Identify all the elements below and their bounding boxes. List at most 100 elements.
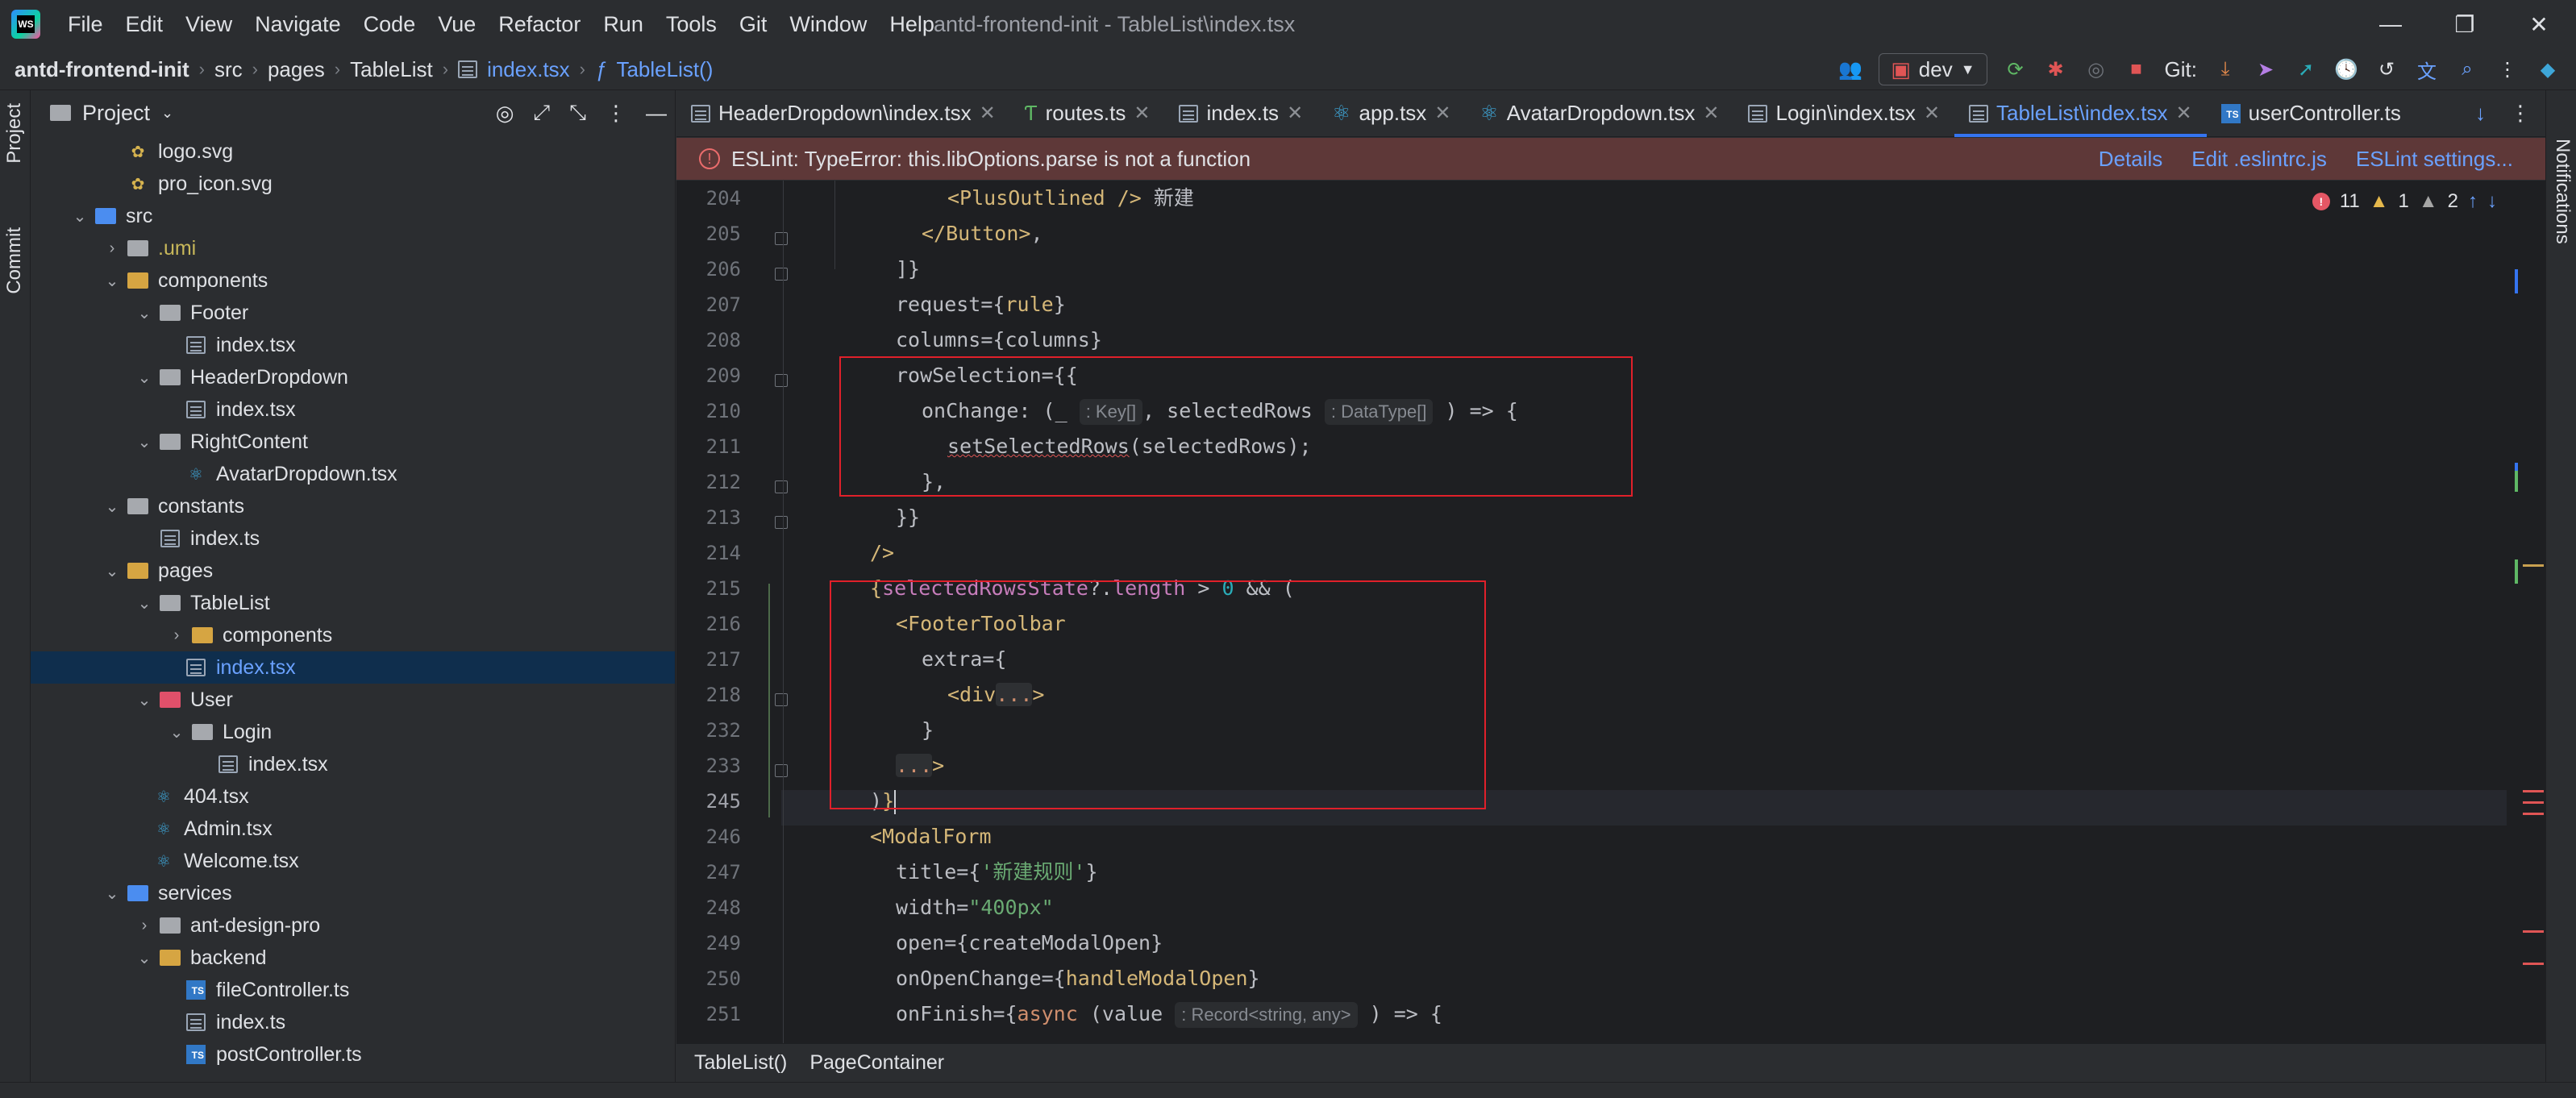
tree-item[interactable]: ⌄ Footer: [31, 297, 675, 329]
tree-item[interactable]: index.ts: [31, 1006, 675, 1038]
menu-help[interactable]: Help: [889, 12, 934, 37]
tab-routes[interactable]: Ƭroutes.ts ✕: [1010, 90, 1165, 137]
tree-item[interactable]: ⚛ Welcome.tsx: [31, 845, 675, 877]
tree-item[interactable]: ✿ logo.svg: [31, 135, 675, 168]
menu-view[interactable]: View: [185, 12, 232, 37]
plugin-icon[interactable]: ◆: [2536, 57, 2560, 81]
close-icon[interactable]: ✕: [2176, 102, 2192, 125]
collapse-all-icon[interactable]: ⤡: [569, 100, 586, 126]
tree-item[interactable]: ⚛ AvatarDropdown.tsx: [31, 458, 675, 490]
arrow-up-icon[interactable]: ↑: [2468, 190, 2478, 213]
chevron-down-icon[interactable]: ⌄: [132, 690, 156, 710]
chevron-down-icon[interactable]: ⌄: [161, 105, 173, 122]
hide-panel-icon[interactable]: —: [646, 101, 667, 126]
restore-icon[interactable]: ❐: [2428, 0, 2502, 48]
tree-item[interactable]: ⚛ 404.tsx: [31, 780, 675, 813]
tree-item[interactable]: ⌄ src: [31, 200, 675, 232]
tree-item[interactable]: index.tsx: [31, 393, 675, 426]
menu-git[interactable]: Git: [739, 12, 768, 37]
close-icon[interactable]: ✕: [1703, 102, 1719, 125]
tree-item[interactable]: ⌄ backend: [31, 942, 675, 974]
menu-tools[interactable]: Tools: [666, 12, 717, 37]
commit-tool-tab[interactable]: Commit: [3, 227, 26, 294]
tab-headerdropdown[interactable]: HeaderDropdown\index.tsx ✕: [676, 90, 1010, 137]
git-update-icon[interactable]: ⤓: [2213, 57, 2237, 81]
close-icon[interactable]: ✕: [1134, 102, 1150, 125]
tree-item[interactable]: ⌄ pages: [31, 555, 675, 587]
chevron-right-icon[interactable]: ›: [100, 239, 124, 258]
chevron-down-icon[interactable]: ⌄: [100, 884, 124, 904]
search-icon[interactable]: ⌕: [2455, 57, 2479, 81]
menu-code[interactable]: Code: [364, 12, 416, 37]
minimize-icon[interactable]: —: [2353, 0, 2428, 48]
chevron-right-icon[interactable]: ›: [132, 917, 156, 935]
edit-eslintrc-link[interactable]: Edit .eslintrc.js: [2191, 147, 2327, 172]
tree-item[interactable]: ⌄ components: [31, 264, 675, 297]
tree-item[interactable]: TS postController.ts: [31, 1038, 675, 1071]
more-icon[interactable]: ⋮: [2495, 57, 2520, 81]
rerun-icon[interactable]: ⟳: [2004, 57, 2028, 81]
chevron-down-icon[interactable]: ⌄: [164, 722, 189, 742]
crumb-src[interactable]: src: [214, 57, 243, 82]
git-commit-icon[interactable]: ➤: [2253, 57, 2278, 81]
history-icon[interactable]: 🕓: [2334, 57, 2358, 81]
menu-run[interactable]: Run: [603, 12, 643, 37]
tree-item[interactable]: index.tsx: [31, 329, 675, 361]
users-icon[interactable]: 👥: [1838, 57, 1862, 81]
chevron-down-icon[interactable]: ⌄: [132, 368, 156, 388]
close-icon[interactable]: ✕: [1434, 102, 1450, 125]
inspection-widget[interactable]: ! 11 ▲ 1 ▲ 2 ↑ ↓: [2312, 190, 2497, 213]
expand-all-icon[interactable]: ⤢: [533, 100, 550, 126]
tree-item[interactable]: ⌄ RightContent: [31, 426, 675, 458]
chevron-down-icon[interactable]: ⌄: [100, 561, 124, 581]
tab-avatardropdown[interactable]: ⚛ AvatarDropdown.tsx ✕: [1465, 90, 1733, 137]
eslint-settings-link[interactable]: ESLint settings...: [2356, 147, 2513, 172]
close-icon[interactable]: ✕: [1924, 102, 1940, 125]
locate-icon[interactable]: ◎: [496, 101, 514, 126]
tree-item[interactable]: › .umi: [31, 232, 675, 264]
options-icon[interactable]: ⋮: [606, 101, 626, 126]
tree-item[interactable]: › ant-design-pro: [31, 909, 675, 942]
menu-refactor[interactable]: Refactor: [498, 12, 581, 37]
tree-item[interactable]: index.ts: [31, 522, 675, 555]
menu-vue[interactable]: Vue: [438, 12, 476, 37]
tree-item[interactable]: ⌄ User: [31, 684, 675, 716]
crumb-pages[interactable]: pages: [268, 57, 325, 82]
crumb-tablelist[interactable]: TableList: [350, 57, 433, 82]
rollback-icon[interactable]: ↺: [2374, 57, 2399, 81]
tab-index-ts[interactable]: index.ts ✕: [1164, 90, 1317, 137]
chevron-down-icon[interactable]: ⌄: [132, 432, 156, 452]
tree-item[interactable]: ⌄ TableList: [31, 587, 675, 619]
breadcrumb-component[interactable]: PageContainer: [809, 1051, 944, 1075]
chevron-down-icon[interactable]: ⌄: [100, 271, 124, 291]
tab-tablelist[interactable]: TableList\index.tsx ✕: [1954, 90, 2207, 137]
chevron-down-icon[interactable]: ⌄: [100, 497, 124, 517]
tab-login[interactable]: Login\index.tsx ✕: [1733, 90, 1954, 137]
run-config-select[interactable]: ▣ dev ▼: [1879, 53, 1987, 85]
project-panel-title[interactable]: Project: [82, 101, 150, 126]
crumb-function[interactable]: TableList(): [616, 57, 713, 82]
chevron-down-icon[interactable]: ⌄: [132, 303, 156, 323]
tree-item[interactable]: index.tsx: [31, 748, 675, 780]
menu-window[interactable]: Window: [789, 12, 867, 37]
notifications-tool-tab[interactable]: Notifications: [2551, 139, 2574, 244]
menu-navigate[interactable]: Navigate: [255, 12, 341, 37]
tab-usercontroller[interactable]: TS userController.ts: [2207, 90, 2416, 137]
details-link[interactable]: Details: [2099, 147, 2162, 172]
tree-item[interactable]: › components: [31, 619, 675, 651]
tree-item[interactable]: ⌄ Login: [31, 716, 675, 748]
chevron-down-icon[interactable]: ⌄: [132, 593, 156, 613]
breadcrumb-function[interactable]: TableList(): [694, 1051, 787, 1075]
tree-item[interactable]: ✿ pro_icon.svg: [31, 168, 675, 200]
close-icon[interactable]: ✕: [1287, 102, 1303, 125]
debug-icon[interactable]: ✱: [2044, 57, 2068, 81]
tree-item[interactable]: ⚛ Admin.tsx: [31, 813, 675, 845]
crumb-file[interactable]: index.tsx: [487, 57, 570, 82]
tree-item[interactable]: ⌄ HeaderDropdown: [31, 361, 675, 393]
project-tool-tab[interactable]: Project: [3, 103, 26, 164]
more-icon[interactable]: ⋮: [2510, 101, 2531, 126]
translate-icon[interactable]: 文: [2415, 57, 2439, 83]
tree-item-selected[interactable]: index.tsx: [31, 651, 675, 684]
chevron-right-icon[interactable]: ›: [164, 626, 189, 645]
git-push-icon[interactable]: ➚: [2294, 57, 2318, 81]
